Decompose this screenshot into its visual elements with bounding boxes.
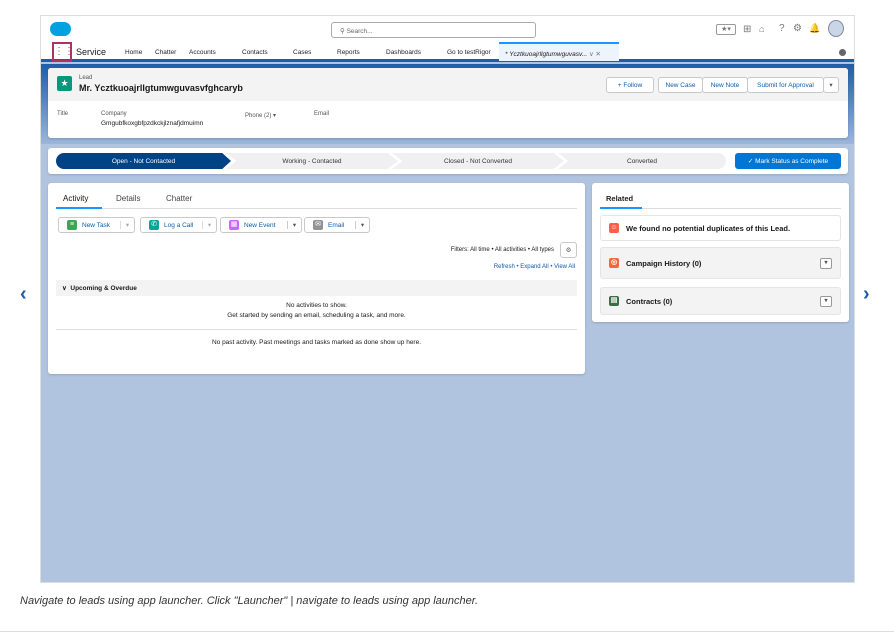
stage-label: Open - Not Contacted <box>111 157 176 165</box>
tab-activity[interactable]: Activity <box>63 194 88 203</box>
past-activity-message: No past activity. Past meetings and task… <box>211 339 422 346</box>
nav-chatter[interactable]: Chatter <box>155 49 176 56</box>
button-label: New Event <box>244 221 276 229</box>
contracts-card[interactable]: ▤ Contracts (0) ▾ <box>600 287 841 315</box>
section-title: Upcoming & Overdue <box>70 285 137 292</box>
tab-related[interactable]: Related <box>606 194 633 203</box>
contracts-dropdown[interactable]: ▾ <box>820 295 832 307</box>
email-icon: ✉ <box>313 220 323 230</box>
nav-reports[interactable]: Reports <box>337 49 360 56</box>
submit-approval-button[interactable]: Submit for Approval <box>747 77 824 93</box>
activity-links: Refresh • Expand All • View All <box>493 264 575 270</box>
company-value: Gmgubfkoxgbfpzdkckjlznafjdmuimn <box>101 120 204 127</box>
stage-open-not-contacted[interactable]: Open - Not Contacted <box>56 153 231 169</box>
avatar[interactable] <box>828 20 844 37</box>
info-icon <box>839 49 846 56</box>
tab-active-record[interactable]: * Ycztkuoajrllgtumwguvasv... ∨ ✕ <box>499 42 619 61</box>
screenshot-frame: ⚲ Search... ★▾ ⊞ ⌂ ? ⚙ 🔔 ⋮⋮ Service Home… <box>40 15 855 583</box>
tab-details[interactable]: Details <box>116 194 140 203</box>
nav-bar: ⋮⋮ Service Home Chatter Accounts Contact… <box>41 42 854 62</box>
object-label: Lead <box>79 75 93 81</box>
nav-accounts[interactable]: Accounts <box>189 49 216 56</box>
empty-hint: Get started by sending an email, schedul… <box>227 312 406 319</box>
close-icon[interactable]: ∨ ✕ <box>589 51 601 58</box>
gear-icon[interactable]: ⚙ <box>793 23 802 34</box>
help-icon[interactable]: ? <box>779 23 785 34</box>
app-name: Service <box>76 47 107 57</box>
new-event-button[interactable]: ▦ New Event ▾ <box>220 217 302 233</box>
prev-arrow-icon[interactable]: ‹ <box>20 283 27 306</box>
button-label: Email <box>328 221 345 229</box>
activity-panel: Activity Details Chatter ≡ New Task ▾ ✆ Log… <box>48 183 585 374</box>
nav-dashboards[interactable]: Dashboards <box>386 49 421 56</box>
mark-complete-label: Mark Status as Complete <box>755 157 829 165</box>
duplicates-text: We found no potential duplicates of this… <box>626 223 791 233</box>
upcoming-overdue-section[interactable]: ∨ Upcoming & Overdue <box>56 280 577 296</box>
calendar-icon: ▦ <box>229 220 239 230</box>
nav-testrigor[interactable]: Go to testRigor <box>447 49 491 56</box>
mark-complete-button[interactable]: ✓ Mark Status as Complete <box>735 153 841 169</box>
contract-icon: ▤ <box>609 296 619 306</box>
task-icon: ≡ <box>67 220 77 230</box>
search-input[interactable]: ⚲ Search... <box>331 22 536 38</box>
email-label: Email <box>314 111 330 117</box>
stage-label: Working - Contacted <box>282 157 342 165</box>
path-bar: Open - Not Contacted Working - Contacted… <box>48 148 848 174</box>
filters-text: Filters: All time • All activities • All… <box>450 247 554 253</box>
expand-all-link[interactable]: Expand All <box>520 264 548 270</box>
search-placeholder: Search... <box>346 28 373 35</box>
stage-converted[interactable]: Converted <box>558 153 726 169</box>
duplicates-card: ☺ We found no potential duplicates of thi… <box>600 215 841 241</box>
tab-chatter[interactable]: Chatter <box>166 194 192 203</box>
phone-text: Phone (2) <box>245 113 272 119</box>
stage-closed-not-converted[interactable]: Closed - Not Converted <box>392 153 564 169</box>
follow-button[interactable]: + Follow <box>606 77 654 93</box>
record-name: Mr. Ycztkuoajrllgtumwguvasvfghcaryb <box>79 83 243 93</box>
related-panel: Related ☺ We found no potential duplicate… <box>592 183 849 322</box>
company-label: Company <box>101 111 127 117</box>
campaign-title[interactable]: Campaign History (0) <box>626 259 701 268</box>
refresh-link[interactable]: Refresh <box>494 264 515 270</box>
bell-icon[interactable]: 🔔 <box>809 23 820 34</box>
salesforce-logo <box>50 22 71 36</box>
phone-label[interactable]: Phone (2) ▾ <box>245 112 276 119</box>
stage-label: Converted <box>627 157 657 165</box>
log-call-button[interactable]: ✆ Log a Call ▾ <box>140 217 217 233</box>
lead-duplicate-icon: ☺ <box>609 223 619 233</box>
button-label: New Task <box>82 221 111 229</box>
filter-settings-button[interactable]: ⚙ <box>560 242 577 258</box>
new-note-button[interactable]: New Note <box>702 77 748 93</box>
title-label: Title <box>57 111 69 117</box>
campaign-dropdown[interactable]: ▾ <box>820 257 832 269</box>
more-actions-dropdown[interactable]: ▾ <box>823 77 839 93</box>
lead-icon: ★ <box>57 76 72 91</box>
caption: Navigate to leads using app launcher. Cl… <box>20 595 479 607</box>
contracts-title[interactable]: Contracts (0) <box>626 297 672 306</box>
global-header: ⚲ Search... ★▾ ⊞ ⌂ ? ⚙ 🔔 <box>41 16 854 43</box>
new-task-button[interactable]: ≡ New Task ▾ <box>58 217 135 233</box>
add-icon[interactable]: ⊞ <box>743 24 751 35</box>
stage-label: Closed - Not Converted <box>444 157 512 165</box>
record-header: ★ Lead Mr. Ycztkuoajrllgtumwguvasvfghcar… <box>48 68 848 138</box>
nav-home[interactable]: Home <box>125 49 142 56</box>
stage-working-contacted[interactable]: Working - Contacted <box>226 153 398 169</box>
tab-label: * Ycztkuoajrllgtumwguvasv... <box>505 51 588 58</box>
nav-cases[interactable]: Cases <box>293 49 311 56</box>
phone-icon: ✆ <box>149 220 159 230</box>
favorites-icon[interactable]: ★▾ <box>716 24 736 35</box>
button-label: Log a Call <box>164 221 194 229</box>
email-button[interactable]: ✉ Email ▾ <box>304 217 370 233</box>
nav-contacts[interactable]: Contacts <box>242 49 268 56</box>
trailhead-icon[interactable]: ⌂ <box>759 24 764 34</box>
app-launcher-icon[interactable]: ⋮⋮ <box>52 42 74 62</box>
campaign-icon: ◎ <box>609 258 619 268</box>
view-all-link[interactable]: View All <box>554 264 575 270</box>
next-arrow-icon[interactable]: › <box>863 283 870 306</box>
campaign-history-card[interactable]: ◎ Campaign History (0) ▾ <box>600 247 841 279</box>
new-case-button[interactable]: New Case <box>658 77 703 93</box>
empty-message: No activities to show. <box>286 302 347 309</box>
